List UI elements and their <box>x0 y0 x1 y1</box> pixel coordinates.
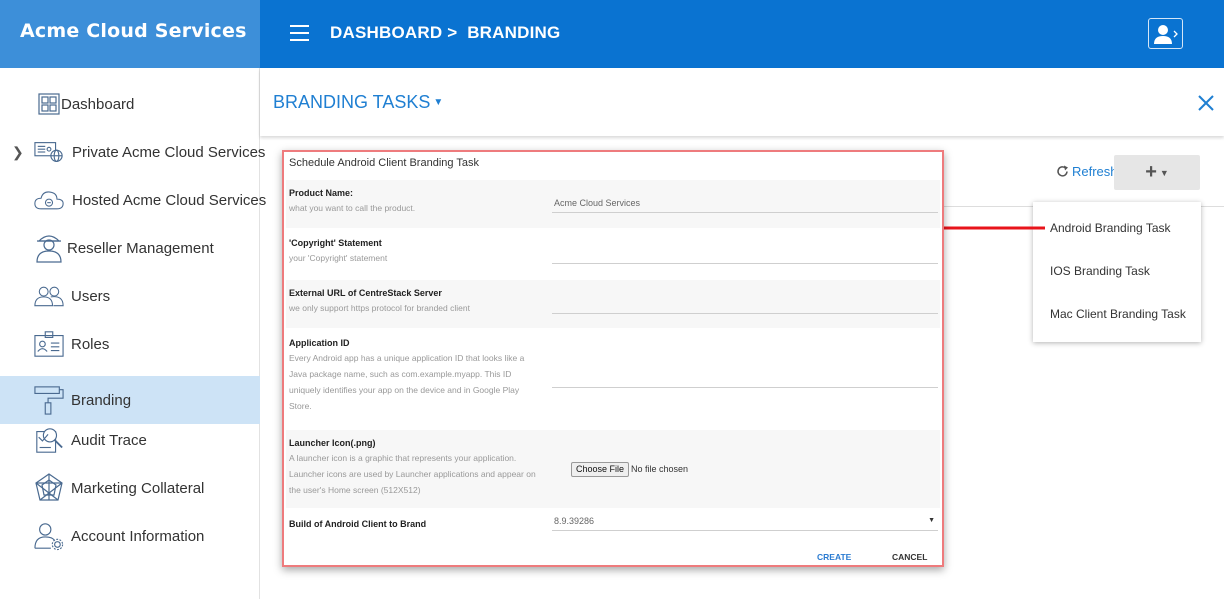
field-row-application-id: Application ID Every Android app has a u… <box>286 330 940 426</box>
create-button[interactable]: CREATE <box>817 552 851 562</box>
build-select[interactable]: 8.9.39286 ▼ <box>552 511 938 531</box>
file-status-text: No file chosen <box>631 464 689 474</box>
cloud-icon <box>34 185 64 215</box>
sidebar-item-dashboard[interactable]: Dashboard <box>0 80 260 128</box>
copyright-input[interactable] <box>552 244 938 264</box>
brand-bar: Acme Cloud Services <box>0 0 260 68</box>
caret-down-icon: ▼ <box>433 97 444 108</box>
sidebar-item-private-cloud[interactable]: ❯ Private Acme Cloud Services <box>0 128 265 176</box>
field-row-product-name: Product Name: what you want to call the … <box>286 180 940 228</box>
sidebar-item-roles[interactable]: Roles <box>0 320 260 368</box>
dashboard-grid-icon <box>34 89 64 119</box>
panel-header: BRANDING TASKS ▼ <box>260 68 1224 136</box>
field-description: we only support https protocol for brand… <box>289 303 470 313</box>
top-header: DASHBOARD > BRANDING <box>260 0 1224 68</box>
description-line: Launcher icons are used by Launcher appl… <box>289 469 536 479</box>
field-row-external-url: External URL of CentreStack Server we on… <box>286 280 940 328</box>
application-id-input[interactable] <box>552 368 938 388</box>
field-label: Product Name: <box>289 188 354 198</box>
menu-item-ios-branding[interactable]: IOS Branding Task <box>1050 264 1150 278</box>
description-line: Store. <box>289 401 312 411</box>
reseller-person-icon <box>34 233 64 263</box>
app-title: Acme Cloud Services <box>20 20 247 42</box>
sidebar-item-label: Account Information <box>71 527 205 545</box>
sidebar-item-label: Hosted Acme Cloud Services <box>72 191 267 209</box>
sidebar-item-label: Dashboard <box>61 95 135 113</box>
caret-down-icon: ▼ <box>1159 167 1169 178</box>
field-row-build: Build of Android Client to Brand 8.9.392… <box>286 510 940 538</box>
description-line: uniquely identifies your app on the devi… <box>289 385 520 395</box>
sidebar-item-label: Audit Trace <box>71 431 147 449</box>
account-gear-icon <box>34 521 64 551</box>
field-label: Build of Android Client to Brand <box>289 519 427 529</box>
field-label: Application ID <box>289 338 350 348</box>
product-name-input[interactable] <box>552 193 938 213</box>
sidebar-item-hosted-cloud[interactable]: Hosted Acme Cloud Services <box>0 176 266 224</box>
sidebar-item-account-information[interactable]: Account Information <box>0 512 260 560</box>
description-line: A launcher icon is a graphic that repres… <box>289 453 517 463</box>
server-globe-icon <box>34 137 64 167</box>
refresh-label: Refresh <box>1072 164 1118 179</box>
field-description: your 'Copyright' statement <box>289 253 388 263</box>
add-task-menu: Android Branding Task IOS Branding Task … <box>1033 202 1201 342</box>
paint-roller-icon <box>34 385 64 415</box>
refresh-icon <box>1057 165 1068 177</box>
add-task-button[interactable]: + ▼ <box>1114 155 1200 190</box>
breadcrumb: DASHBOARD > BRANDING <box>330 23 561 42</box>
description-line: Every Android app has a unique applicati… <box>289 353 525 363</box>
web-network-icon <box>34 473 64 503</box>
user-logout-icon <box>1153 24 1178 44</box>
field-label: External URL of CentreStack Server <box>289 288 442 298</box>
sidebar: Dashboard ❯ Private Acme Cloud Services … <box>0 68 266 599</box>
refresh-button[interactable]: Refresh <box>1056 164 1118 179</box>
field-row-launcher-icon: Launcher Icon(.png) A launcher icon is a… <box>286 430 940 508</box>
user-account-button[interactable] <box>1148 18 1183 49</box>
sidebar-item-label: Private Acme Cloud Services <box>72 143 266 161</box>
branding-tasks-dropdown[interactable]: BRANDING TASKS ▼ <box>273 92 443 113</box>
menu-item-android-branding[interactable]: Android Branding Task <box>1050 221 1171 235</box>
field-description: what you want to call the product. <box>289 203 416 213</box>
field-label: Launcher Icon(.png) <box>289 438 376 448</box>
sidebar-item-marketing-collateral[interactable]: Marketing Collateral <box>0 464 260 512</box>
sidebar-item-label: Roles <box>71 335 110 353</box>
sidebar-item-users[interactable]: Users <box>0 272 260 320</box>
caret-down-icon: ▼ <box>928 517 935 524</box>
description-line: the user's Home screen (512X512) <box>289 485 421 495</box>
branding-task-dialog: Schedule Android Client Branding Task Pr… <box>282 150 944 567</box>
id-card-icon <box>34 329 64 359</box>
users-icon <box>34 281 64 311</box>
field-row-copyright: 'Copyright' Statement your 'Copyright' s… <box>286 230 940 278</box>
sidebar-item-label: Marketing Collateral <box>71 479 205 497</box>
field-description: Every Android app has a unique applicati… <box>289 350 524 414</box>
external-url-input[interactable] <box>552 294 938 314</box>
cancel-button[interactable]: CANCEL <box>892 552 927 562</box>
choose-file-button[interactable]: Choose File <box>571 462 629 477</box>
dialog-title: Schedule Android Client Branding Task <box>289 157 479 169</box>
close-icon[interactable] <box>1195 92 1217 114</box>
sidebar-item-reseller[interactable]: Reseller Management <box>0 224 260 272</box>
panel-title-label: BRANDING TASKS <box>273 92 431 112</box>
sidebar-item-label: Reseller Management <box>67 239 214 257</box>
sidebar-item-audit-trace[interactable]: Audit Trace <box>0 416 260 464</box>
chevron-right-icon[interactable]: ❯ <box>12 144 24 161</box>
description-line: Java package name, such as com.example.m… <box>289 369 512 379</box>
field-description: A launcher icon is a graphic that repres… <box>289 450 536 498</box>
plus-icon: + <box>1145 161 1157 183</box>
menu-item-mac-branding[interactable]: Mac Client Branding Task <box>1050 307 1186 321</box>
sidebar-item-label: Users <box>71 287 111 305</box>
field-label: 'Copyright' Statement <box>289 238 382 248</box>
hamburger-menu-icon[interactable] <box>290 25 309 41</box>
build-select-value: 8.9.39286 <box>554 516 595 526</box>
audit-magnifier-icon <box>34 425 64 455</box>
sidebar-item-label: Branding <box>71 391 132 409</box>
